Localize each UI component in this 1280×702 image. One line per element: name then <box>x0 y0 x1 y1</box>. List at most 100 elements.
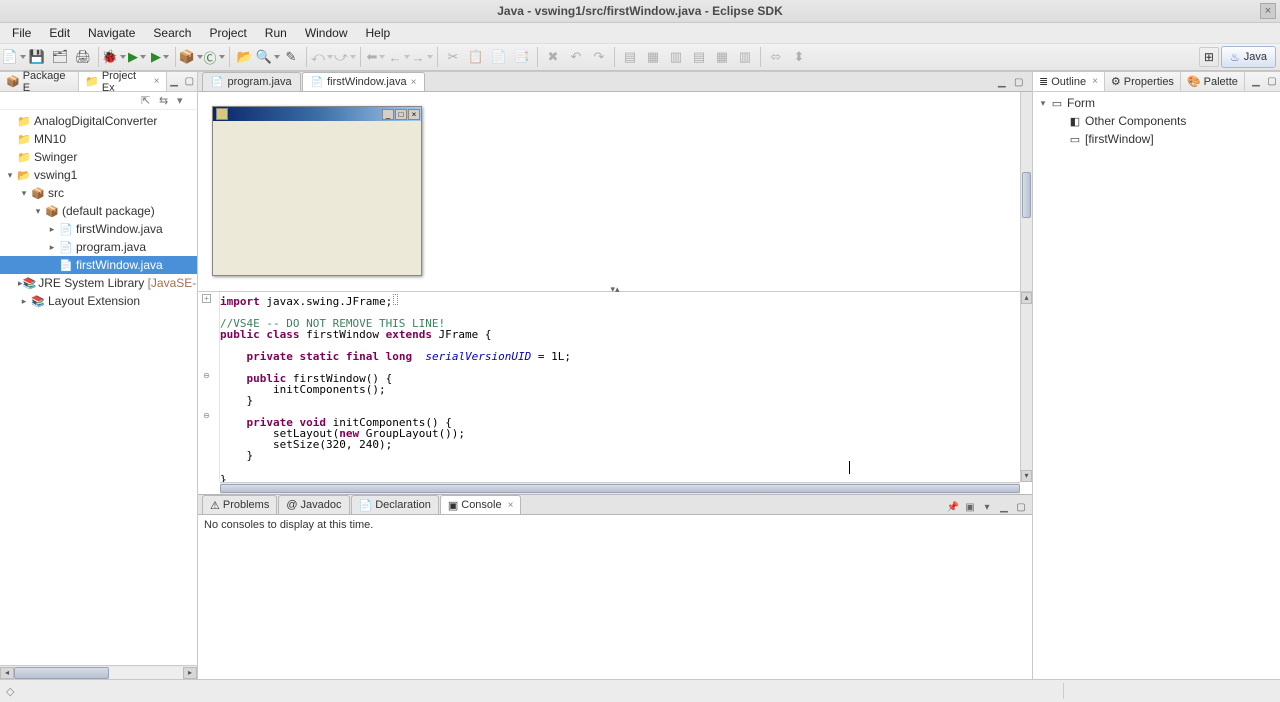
collapse-all-icon[interactable]: ⇱ <box>141 94 155 108</box>
editor-hscroll[interactable] <box>220 482 1020 494</box>
delete-button[interactable]: ✖ <box>543 47 563 67</box>
save-all-button[interactable]: 🗂 <box>50 47 70 67</box>
jframe-close-icon[interactable]: × <box>408 109 420 120</box>
back-button[interactable]: ← <box>389 47 409 67</box>
scroll-thumb[interactable] <box>14 667 109 679</box>
editor-minimize-icon[interactable]: ▁ <box>998 77 1012 91</box>
problems-tab[interactable]: ⚠Problems <box>202 495 277 514</box>
tree-item[interactable]: 📁AnalogDigitalConverter <box>0 112 197 130</box>
maximize-view-icon[interactable]: ▢ <box>1265 75 1279 89</box>
palette-tab[interactable]: 🎨Palette <box>1181 72 1245 91</box>
maximize-view-icon[interactable]: ▢ <box>183 75 196 89</box>
display-console-icon[interactable]: ▣ <box>963 500 977 514</box>
twisty-icon[interactable]: ▾ <box>1037 98 1049 109</box>
paste2-button[interactable]: 📑 <box>512 47 532 67</box>
jframe-max-icon[interactable]: □ <box>395 109 407 120</box>
outline-item[interactable]: ▭[firstWindow] <box>1033 130 1280 148</box>
scroll-track[interactable] <box>14 667 183 679</box>
designer-vscroll[interactable] <box>1020 92 1032 291</box>
align-center-button[interactable]: ▦ <box>643 47 663 67</box>
scroll-thumb[interactable] <box>1022 172 1031 218</box>
menu-help[interactable]: Help <box>358 24 399 42</box>
search-button[interactable]: 🔍 <box>258 47 278 67</box>
print-button[interactable]: 🖨 <box>73 47 93 67</box>
close-icon[interactable]: × <box>411 77 417 88</box>
new-button[interactable]: 📄 <box>4 47 24 67</box>
editor-vscroll[interactable]: ▴ ▾ <box>1020 292 1032 482</box>
scroll-up-arrow[interactable]: ▴ <box>1021 292 1032 304</box>
view-menu-icon[interactable]: ▾ <box>177 94 191 108</box>
tree-item[interactable]: ▸📄firstWindow.java <box>0 220 197 238</box>
tree-item[interactable]: ▾📦(default package) <box>0 202 197 220</box>
left-hscrollbar[interactable]: ◂ ▸ <box>0 665 197 679</box>
scroll-left-arrow[interactable]: ◂ <box>0 667 14 679</box>
cut-button[interactable]: ✂ <box>443 47 463 67</box>
twisty-icon[interactable]: ▸ <box>46 242 58 253</box>
minimize-view-icon[interactable]: ▁ <box>1249 75 1263 89</box>
open-type-button[interactable]: 📂 <box>235 47 255 67</box>
open-perspective-button[interactable]: ⊞ <box>1199 47 1219 67</box>
tree-item[interactable]: ▸📚Layout Extension <box>0 292 197 310</box>
last-edit-button[interactable]: ⬅ <box>366 47 386 67</box>
minimize-view-icon[interactable]: ▁ <box>997 500 1011 514</box>
twisty-icon[interactable]: ▸ <box>18 296 30 307</box>
tree-item[interactable]: 📁MN10 <box>0 130 197 148</box>
menu-search[interactable]: Search <box>145 24 199 42</box>
project-tree[interactable]: 📁AnalogDigitalConverter📁MN10📁Swinger▾📂vs… <box>0 110 197 665</box>
pin-console-icon[interactable]: 📌 <box>946 500 960 514</box>
menu-edit[interactable]: Edit <box>41 24 78 42</box>
twisty-icon[interactable]: ▾ <box>4 170 16 181</box>
outline-item[interactable]: ◧Other Components <box>1033 112 1280 130</box>
redo-button[interactable]: ↷ <box>589 47 609 67</box>
save-button[interactable]: 💾 <box>27 47 47 67</box>
editor-tab-program[interactable]: 📄program.java <box>202 72 301 91</box>
menu-navigate[interactable]: Navigate <box>80 24 143 42</box>
package-explorer-tab[interactable]: 📦Package E <box>0 72 79 91</box>
align-top-button[interactable]: ▤ <box>689 47 709 67</box>
editor-maximize-icon[interactable]: ▢ <box>1014 77 1028 91</box>
source-editor[interactable]: + ⊖ ⊖ import javax.swing.JFrame; //VS4E … <box>198 292 1032 494</box>
twisty-icon[interactable]: ▾ <box>32 206 44 217</box>
twisty-icon[interactable]: ▸ <box>46 224 58 235</box>
maximize-view-icon[interactable]: ▢ <box>1014 500 1028 514</box>
undo-button[interactable]: ↶ <box>566 47 586 67</box>
twisty-icon[interactable]: ▾ <box>18 188 30 199</box>
menu-window[interactable]: Window <box>297 24 356 42</box>
project-explorer-tab[interactable]: 📁Project Ex× <box>79 72 166 91</box>
jframe-content[interactable] <box>213 121 421 275</box>
tree-item[interactable]: ▸📄program.java <box>0 238 197 256</box>
align-mid-button[interactable]: ▦ <box>712 47 732 67</box>
close-icon[interactable]: × <box>154 76 160 87</box>
debug-button[interactable]: 🐞 <box>104 47 124 67</box>
scroll-thumb[interactable] <box>220 484 1020 493</box>
outline-tab[interactable]: ≣Outline× <box>1033 72 1105 91</box>
align-bot-button[interactable]: ▥ <box>735 47 755 67</box>
editor-gutter[interactable]: + ⊖ ⊖ <box>198 292 220 482</box>
code-text[interactable]: import javax.swing.JFrame; //VS4E -- DO … <box>220 292 1020 482</box>
menu-project[interactable]: Project <box>201 24 254 42</box>
copy-button[interactable]: 📋 <box>466 47 486 67</box>
declaration-tab[interactable]: 📄Declaration <box>351 495 439 514</box>
outline-item[interactable]: ▾▭Form <box>1033 94 1280 112</box>
run-button[interactable]: ▶ <box>127 47 147 67</box>
menu-file[interactable]: File <box>4 24 39 42</box>
editor-tab-firstwindow[interactable]: 📄firstWindow.java× <box>302 72 426 91</box>
gui-designer[interactable]: _ □ × ▾▴ <box>198 92 1032 292</box>
tree-item[interactable]: ▾📂vswing1 <box>0 166 197 184</box>
jframe-min-icon[interactable]: _ <box>382 109 394 120</box>
forward-button[interactable]: → <box>412 47 432 67</box>
scroll-right-arrow[interactable]: ▸ <box>183 667 197 679</box>
tree-item[interactable]: 📁Swinger <box>0 148 197 166</box>
tree-item[interactable]: 📄firstWindow.java <box>0 256 197 274</box>
link-editor-icon[interactable]: ⇆ <box>159 94 173 108</box>
run-last-button[interactable]: ▶ <box>150 47 170 67</box>
same-width-button[interactable]: ⬄ <box>766 47 786 67</box>
tree-item[interactable]: ▾📦src <box>0 184 197 202</box>
scroll-down-arrow[interactable]: ▾ <box>1021 470 1032 482</box>
console-tab[interactable]: ▣Console× <box>440 495 522 514</box>
align-right-button[interactable]: ▥ <box>666 47 686 67</box>
paste-button[interactable]: 📄 <box>489 47 509 67</box>
new-package-button[interactable]: 📦 <box>181 47 201 67</box>
outline-tree[interactable]: ▾▭Form◧Other Components▭[firstWindow] <box>1033 92 1280 679</box>
fold-marker-icon[interactable]: ⊖ <box>202 412 211 421</box>
